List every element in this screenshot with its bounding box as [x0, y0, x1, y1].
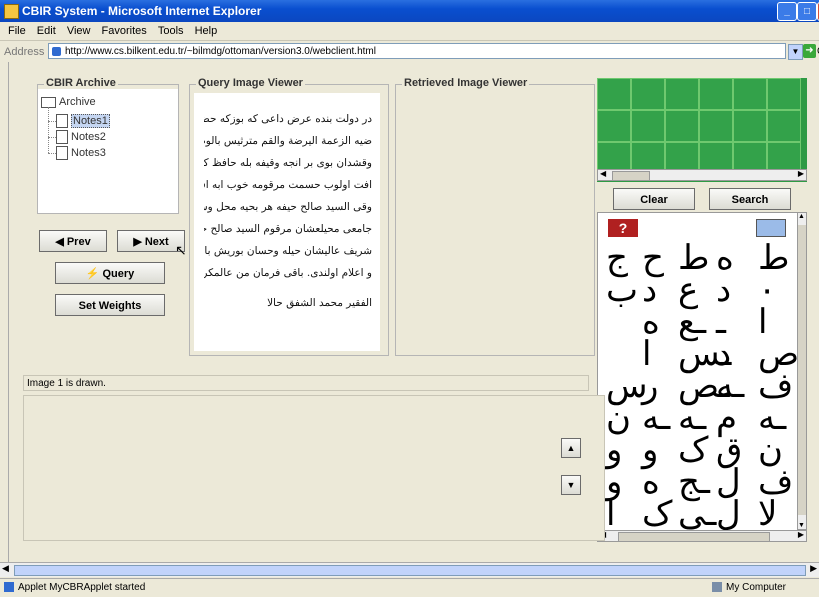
help-icon[interactable]: ?	[608, 219, 638, 237]
character-glyph[interactable]: ـی	[678, 497, 716, 531]
scroll-right-icon[interactable]: ▶	[810, 563, 817, 574]
maximize-button[interactable]: □	[797, 2, 817, 21]
tree-item-notes2[interactable]: Notes2	[48, 130, 106, 144]
document-icon	[56, 114, 68, 128]
character-glyph[interactable]: لا	[758, 497, 777, 531]
address-input[interactable]: http://www.cs.bilkent.edu.tr/~bilmdg/ott…	[48, 43, 786, 59]
lightning-icon: ⚡	[85, 268, 103, 280]
clear-button[interactable]: Clear	[613, 188, 695, 210]
scroll-right-icon[interactable]: ▶	[798, 169, 804, 178]
manuscript-line: جامعی محیلعشان مرقوم السید صالح حفیفه تو…	[204, 223, 372, 235]
applet-area: CBIR Archive Archive Notes1 Notes2 Notes…	[8, 62, 808, 562]
character-glyph[interactable]: ک	[642, 497, 672, 531]
manuscript-line: وقشدان بوی بر انجه وقیفه بله حافظ کتب ال…	[204, 157, 372, 169]
address-label: Address	[4, 46, 45, 58]
grid-horizontal-scrollbar[interactable]: ◀ ▶	[597, 169, 807, 181]
eraser-icon[interactable]	[756, 219, 786, 237]
scroll-thumb[interactable]	[618, 532, 770, 542]
prev-button[interactable]: ◀ Prev	[39, 230, 107, 252]
scroll-thumb[interactable]	[798, 225, 806, 515]
scroll-right-icon[interactable]: ▶	[798, 530, 804, 539]
security-zone: My Computer	[726, 582, 787, 593]
browser-status-bar: Applet MyCBRApplet started My Computer	[0, 578, 819, 597]
set-weights-button[interactable]: Set Weights	[55, 294, 165, 316]
menu-help[interactable]: Help	[195, 25, 218, 37]
character-glyph[interactable]: ل	[716, 497, 741, 531]
archive-title: CBIR Archive	[44, 77, 118, 89]
left-arrow-icon: ◀	[55, 236, 67, 248]
log-area	[23, 395, 605, 541]
browser-status-text: Applet MyCBRApplet started	[18, 582, 146, 593]
computer-icon	[712, 582, 722, 592]
query-image: در دولت بنده عرض داعی که بوزکه حضرت ان ب…	[194, 93, 380, 351]
address-bar: Address http://www.cs.bilkent.edu.tr/~bi…	[0, 40, 819, 63]
page-horizontal-scrollbar[interactable]: ◀ ▶	[0, 562, 819, 577]
scroll-up-icon[interactable]: ▲	[798, 213, 805, 220]
tree-item-notes3[interactable]: Notes3	[48, 146, 106, 160]
scroll-down-button[interactable]: ▼	[561, 475, 581, 495]
search-button[interactable]: Search	[709, 188, 791, 210]
window-title: CBIR System - Microsoft Internet Explore…	[22, 4, 262, 18]
menu-view[interactable]: View	[67, 25, 91, 37]
folder-icon	[41, 96, 56, 108]
window-title-bar: CBIR System - Microsoft Internet Explore…	[0, 0, 819, 22]
scroll-thumb[interactable]	[14, 565, 806, 576]
address-dropdown-icon[interactable]: ▼	[788, 44, 803, 60]
query-image-viewer: Query Image Viewer در دولت بنده عرض داعی…	[189, 77, 389, 356]
character-glyph[interactable]: ب	[606, 273, 638, 307]
manuscript-line: ضیه الزعمة الیرضة والقم مترثیس بالوضم مر…	[204, 135, 372, 147]
document-icon	[56, 130, 68, 144]
manuscript-signature: الفقیر محمد الشفق حالا	[267, 297, 372, 309]
address-url: http://www.cs.bilkent.edu.tr/~bilmdg/ott…	[65, 46, 376, 57]
archive-panel: CBIR Archive Archive Notes1 Notes2 Notes…	[37, 77, 179, 214]
applet-status-line: Image 1 is drawn.	[23, 375, 589, 391]
ie-page-icon	[52, 47, 61, 56]
document-icon	[56, 146, 68, 160]
palette-horizontal-scrollbar[interactable]: ◀ ▶	[597, 530, 807, 542]
tree-item-notes1[interactable]: Notes1	[48, 113, 110, 128]
right-arrow-icon: ▶	[133, 236, 145, 248]
go-arrow-icon[interactable]: ➜	[803, 44, 816, 58]
manuscript-line: شریف عالیشان حیله وحسان بوریش باشده بیهٔ…	[204, 245, 372, 257]
manuscript-line: افت اولوب حسمت مرقومه خوب ابه افندی اشبو…	[204, 179, 372, 191]
menu-favorites[interactable]: Favorites	[102, 25, 147, 37]
manuscript-line: در دولت بنده عرض داعی که بوزکه حضرت ان ب…	[204, 113, 372, 125]
scroll-left-icon[interactable]: ◀	[600, 169, 606, 178]
archive-tree: Archive Notes1 Notes2 Notes3	[38, 89, 178, 213]
scroll-thumb[interactable]	[612, 171, 650, 181]
query-viewer-title: Query Image Viewer	[196, 77, 305, 89]
menu-bar: File Edit View Favorites Tools Help	[0, 22, 819, 40]
app-icon	[4, 4, 19, 19]
scroll-left-icon[interactable]: ◀	[2, 563, 9, 574]
manuscript-line: و اعلام اولندی. باقی فرمان من عالمکر . ف…	[204, 267, 372, 279]
retrieved-image-viewer: Retrieved Image Viewer	[395, 77, 595, 356]
character-glyph[interactable]: ا	[606, 497, 615, 531]
mouse-cursor-icon: ↖	[175, 242, 187, 258]
character-palette[interactable]: ? طهطحج٠دعدباــعهرصدـسافـهـصرسـهمـهـهننق…	[597, 212, 799, 532]
menu-file[interactable]: File	[8, 25, 26, 37]
query-button[interactable]: ⚡ Query	[55, 262, 165, 284]
applet-icon	[4, 582, 14, 592]
minimize-button[interactable]: _	[777, 2, 797, 21]
manuscript-line: وقی السید صالح حیفه هر بحیه محل وسنخنی د…	[204, 201, 372, 213]
menu-edit[interactable]: Edit	[37, 25, 56, 37]
retrieved-viewer-title: Retrieved Image Viewer	[402, 77, 530, 89]
result-thumbnail-grid[interactable]	[597, 78, 807, 182]
scroll-down-icon[interactable]: ▼	[798, 522, 805, 529]
menu-tools[interactable]: Tools	[158, 25, 184, 37]
scroll-up-button[interactable]: ▲	[561, 438, 581, 458]
palette-vertical-scrollbar[interactable]: ▲ ▼	[797, 212, 807, 530]
